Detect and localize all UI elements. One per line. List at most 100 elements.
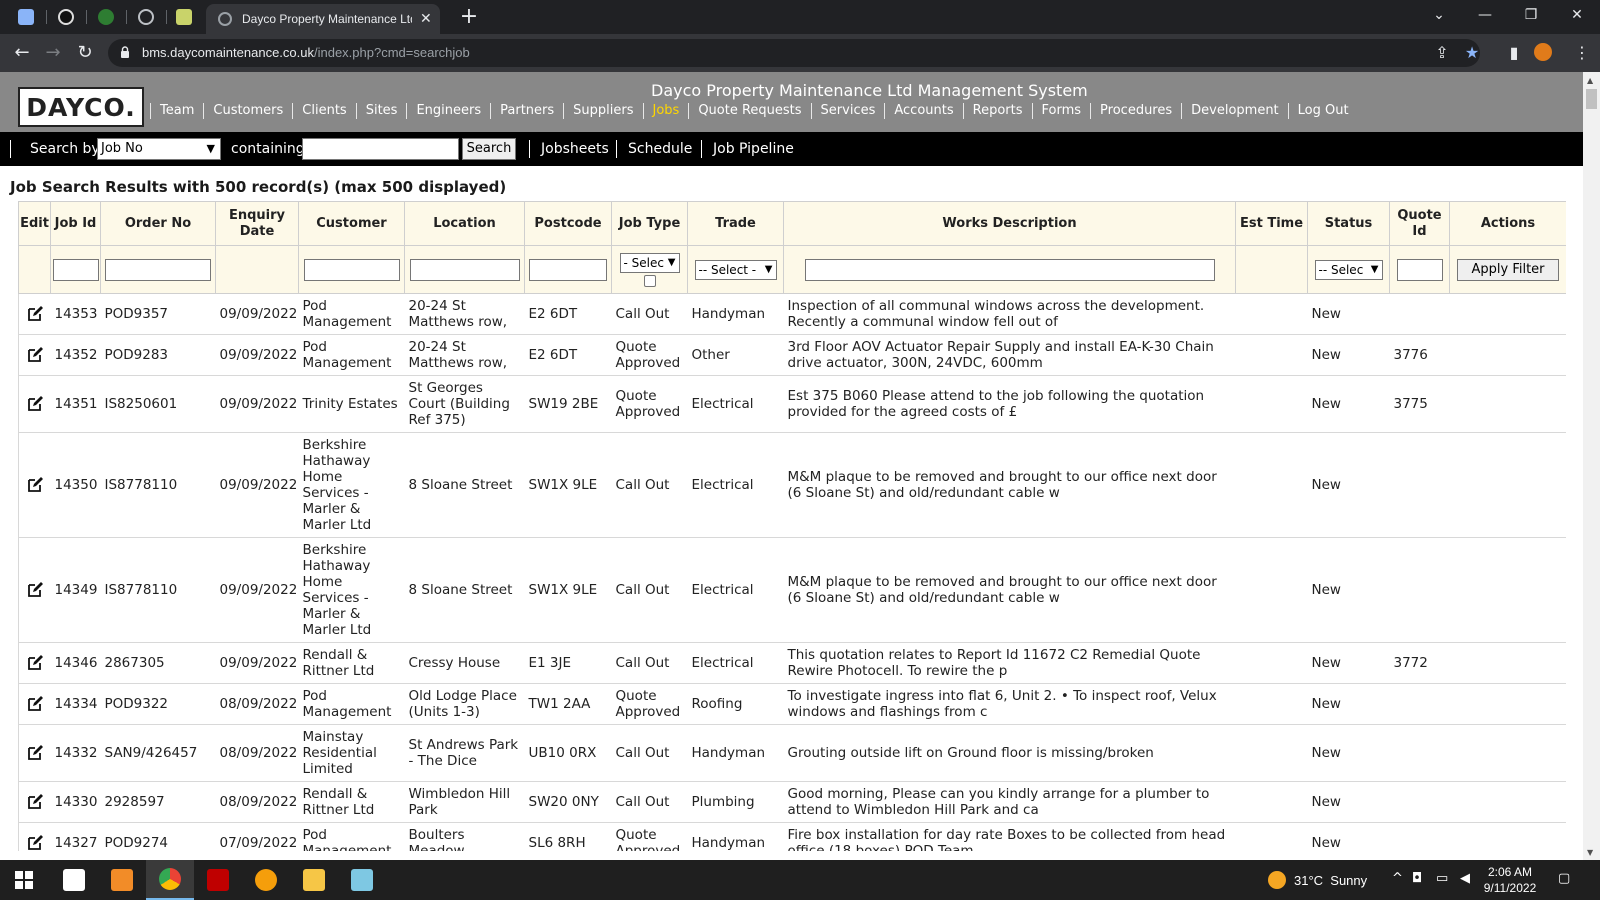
col-header[interactable]: Postcode	[524, 201, 612, 246]
minimize-icon[interactable]: —	[1462, 0, 1508, 30]
taskbar-app-sublime[interactable]	[98, 860, 146, 900]
page-scrollbar[interactable]: ▲ ▼	[1583, 72, 1600, 860]
menu-kebab-icon[interactable]: ⋮	[1572, 43, 1592, 63]
system-clock[interactable]: 2:06 AM 9/11/2022	[1475, 864, 1545, 896]
search-by-select[interactable]: Job No ▼	[97, 138, 221, 160]
col-header[interactable]: Customer	[298, 201, 405, 246]
scroll-up-icon[interactable]: ▲	[1587, 76, 1593, 85]
edit-icon[interactable]	[26, 744, 44, 762]
nav-development[interactable]: Development	[1181, 103, 1288, 119]
col-header[interactable]: Works Description	[783, 201, 1236, 246]
network-icon[interactable]: ▭	[1436, 871, 1448, 886]
profile-avatar-icon[interactable]	[1534, 43, 1554, 63]
forward-icon[interactable]: →	[40, 40, 66, 66]
scrollbar-thumb[interactable]	[1586, 89, 1597, 109]
taskbar-app-palette[interactable]	[242, 860, 290, 900]
pinned-tab[interactable]	[50, 4, 82, 30]
nav-log-out[interactable]: Log Out	[1287, 103, 1358, 119]
active-tab[interactable]: Dayco Property Maintenance Ltd ✕	[206, 4, 440, 34]
pinned-tab[interactable]	[10, 4, 42, 30]
nav-clients[interactable]: Clients	[292, 103, 355, 119]
nav-forms[interactable]: Forms	[1031, 103, 1091, 119]
job-type-filter-select[interactable]: - Selec ▼	[619, 252, 680, 273]
status-filter-select[interactable]: -- Selec ▼	[1314, 259, 1383, 280]
search-input[interactable]	[302, 138, 459, 160]
order-no-filter-input[interactable]	[105, 258, 211, 281]
edit-icon[interactable]	[26, 395, 44, 413]
postcode-filter-input[interactable]	[529, 258, 607, 281]
apply-filter-button[interactable]: Apply Filter	[1457, 259, 1559, 281]
search-button[interactable]: Search	[462, 138, 516, 160]
nav-reports[interactable]: Reports	[962, 103, 1032, 119]
dayco-logo[interactable]: DAYCO.	[18, 87, 144, 127]
notifications-icon[interactable]: ▢	[1558, 871, 1570, 886]
address-bar[interactable]: bms.daycomaintenance.co.uk/index.php?cmd…	[108, 39, 1480, 67]
edit-icon[interactable]	[26, 346, 44, 364]
nav-jobs[interactable]: Jobs	[642, 103, 689, 119]
job-pipeline-link[interactable]: Job Pipeline	[713, 141, 794, 157]
edit-icon[interactable]	[26, 695, 44, 713]
edit-icon[interactable]	[26, 654, 44, 672]
side-panel-icon[interactable]: ▮	[1504, 43, 1524, 63]
weather-widget[interactable]: 31°C Sunny	[1268, 871, 1367, 889]
col-header[interactable]: Status	[1307, 201, 1390, 246]
new-tab-icon[interactable]: +	[456, 4, 482, 30]
pinned-tab[interactable]	[130, 4, 162, 30]
taskbar-app-filezilla[interactable]	[194, 860, 242, 900]
edit-icon[interactable]	[26, 476, 44, 494]
nav-customers[interactable]: Customers	[203, 103, 292, 119]
restore-icon[interactable]: ❐	[1508, 0, 1554, 30]
col-header[interactable]: Est Time	[1235, 201, 1308, 246]
edit-icon[interactable]	[26, 793, 44, 811]
job-id-filter-input[interactable]	[52, 258, 99, 281]
nav-procedures[interactable]: Procedures	[1090, 103, 1181, 119]
col-header[interactable]: Location	[404, 201, 525, 246]
tab-search-icon[interactable]: ⌄	[1416, 0, 1462, 30]
close-window-icon[interactable]: ✕	[1554, 0, 1600, 30]
back-icon[interactable]: ←	[9, 40, 35, 66]
nav-suppliers[interactable]: Suppliers	[563, 103, 642, 119]
tab-close-icon[interactable]: ✕	[420, 11, 432, 27]
edit-icon[interactable]	[26, 581, 44, 599]
volume-icon[interactable]: ◀	[1460, 871, 1470, 886]
job-type-filter-checkbox[interactable]	[643, 274, 656, 287]
nav-quote-requests[interactable]: Quote Requests	[688, 103, 810, 119]
col-header[interactable]: Job Id	[50, 201, 101, 246]
taskbar-app-notes[interactable]	[50, 860, 98, 900]
reload-icon[interactable]: ↻	[72, 40, 98, 66]
col-header[interactable]: Quote Id	[1389, 201, 1450, 246]
nav-team[interactable]: Team	[150, 103, 203, 119]
tray-chevron-up-icon[interactable]: ^	[1392, 871, 1403, 886]
nav-accounts[interactable]: Accounts	[884, 103, 962, 119]
windows-start-icon[interactable]	[0, 860, 48, 900]
quote-id-filter-input[interactable]	[1396, 258, 1443, 281]
col-header[interactable]: Enquiry Date	[215, 201, 299, 246]
col-header[interactable]: Order No	[100, 201, 216, 246]
pinned-tab[interactable]	[168, 4, 200, 30]
taskbar-app-paint[interactable]	[338, 860, 386, 900]
taskbar-app-chrome[interactable]	[146, 860, 194, 900]
taskbar-app-file-explorer[interactable]	[290, 860, 338, 900]
app-icon	[18, 9, 34, 25]
trade-filter-select[interactable]: -- Select - ▼	[694, 259, 777, 280]
enquiry-date-cell: 07/09/2022	[215, 822, 299, 851]
schedule-link[interactable]: Schedule	[628, 141, 692, 157]
scroll-down-icon[interactable]: ▼	[1587, 848, 1593, 857]
table-row: 14353 POD9357 09/09/2022 Pod Management 20-2…	[18, 293, 1566, 335]
edit-icon[interactable]	[26, 834, 44, 851]
jobsheets-link[interactable]: Jobsheets	[541, 141, 609, 157]
bookmark-star-icon[interactable]: ★	[1462, 43, 1482, 63]
pinned-tab[interactable]	[90, 4, 122, 30]
works-description-filter-input[interactable]	[804, 258, 1215, 281]
location-filter-input[interactable]	[409, 258, 520, 281]
nav-engineers[interactable]: Engineers	[406, 103, 490, 119]
customer-filter-input[interactable]	[303, 258, 400, 281]
share-icon[interactable]: ⇪	[1432, 43, 1452, 63]
nav-services[interactable]: Services	[810, 103, 885, 119]
nav-sites[interactable]: Sites	[355, 103, 407, 119]
meet-now-icon[interactable]: ◘	[1412, 871, 1422, 886]
col-header[interactable]: Trade	[687, 201, 784, 246]
edit-icon[interactable]	[26, 305, 44, 323]
nav-partners[interactable]: Partners	[490, 103, 563, 119]
col-header[interactable]: Job Type	[611, 201, 688, 246]
